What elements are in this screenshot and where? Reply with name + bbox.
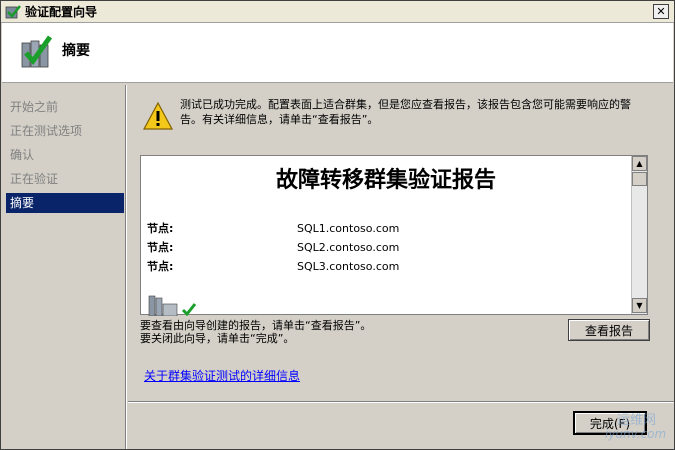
- wizard-app-icon: [5, 4, 21, 18]
- summary-message: 测试已成功完成。配置表面上适合群集，但是您应查看报告，该报告包含您可能需要响应的…: [180, 98, 631, 126]
- wizard-window: 验证配置向导 ✕ 摘要 开始之前 正在测试选项 确认 正在验证 摘要 测试已成功…: [0, 0, 675, 450]
- report-row: 节点: SQL3.contoso.com: [147, 258, 627, 276]
- nav-item-confirmation: 确认: [10, 148, 35, 162]
- validation-checkmark-icon: [21, 35, 52, 68]
- nav-item-validating: 正在验证: [10, 172, 59, 186]
- help-line-finish: 要关闭此向导，请单击“完成”。: [140, 332, 295, 345]
- view-report-button[interactable]: 查看报告: [568, 319, 650, 341]
- summary-panel: 测试已成功完成。配置表面上适合群集，但是您应查看报告，该报告包含您可能需要响应的…: [128, 85, 674, 401]
- cluster-validation-info-link[interactable]: 关于群集验证测试的详细信息: [144, 367, 300, 384]
- scroll-thumb[interactable]: [632, 172, 647, 186]
- node-value: SQL3.contoso.com: [297, 260, 400, 273]
- cluster-image-icon: [148, 295, 197, 316]
- warning-icon: [142, 101, 174, 130]
- nav-item-testing-options: 正在测试选项: [10, 124, 83, 138]
- footer-divider: [128, 401, 674, 403]
- report-row: 节点: SQL1.contoso.com: [147, 220, 627, 238]
- page-title: 摘要: [62, 43, 90, 59]
- node-label: 节点:: [147, 222, 174, 235]
- watermark: 运维网 iyunv.com: [597, 405, 673, 447]
- report-preview[interactable]: 故障转移群集验证报告 节点: SQL1.contoso.com 节点: SQL2…: [140, 155, 648, 316]
- help-line-view: 要查看由向导创建的报告，请单击“查看报告”。: [140, 319, 372, 332]
- report-scrollbar[interactable]: ▲ ▼: [631, 156, 647, 314]
- scroll-down-button[interactable]: ▼: [632, 298, 647, 313]
- nav-divider: [125, 85, 127, 449]
- wizard-steps-nav: 开始之前 正在测试选项 确认 正在验证 摘要: [2, 87, 124, 447]
- watermark-text: 运维网: [617, 413, 657, 428]
- watermark-url: iyunv.com: [605, 427, 667, 441]
- node-label: 节点:: [147, 260, 174, 273]
- node-label: 节点:: [147, 241, 174, 254]
- wizard-header: 摘要: [2, 23, 673, 83]
- scroll-up-button[interactable]: ▲: [632, 156, 647, 171]
- node-value: SQL1.contoso.com: [297, 222, 400, 235]
- close-button[interactable]: ✕: [653, 4, 669, 19]
- window-title: 验证配置向导: [25, 5, 98, 19]
- report-row: 节点: SQL2.contoso.com: [147, 239, 627, 257]
- help-text: 要查看由向导创建的报告，请单击“查看报告”。 要关闭此向导，请单击“完成”。: [140, 319, 520, 345]
- title-bar[interactable]: 验证配置向导 ✕: [1, 1, 674, 23]
- nav-item-summary: 摘要: [6, 193, 124, 213]
- report-title: 故障转移群集验证报告: [275, 167, 496, 193]
- node-value: SQL2.contoso.com: [297, 241, 400, 254]
- nav-item-before-you-begin: 开始之前: [10, 100, 59, 114]
